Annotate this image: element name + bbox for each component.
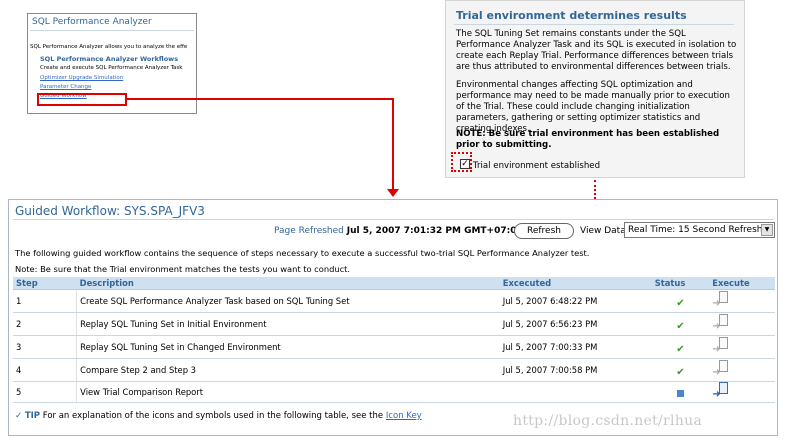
- execute-icon[interactable]: ➜: [712, 291, 732, 309]
- trial-panel-paragraph-2: Environmental changes affecting SQL opti…: [456, 80, 730, 134]
- step-status: [651, 381, 710, 403]
- thumbnail-create-text: Create and execute SQL Performance Analy…: [40, 65, 183, 71]
- step-executed-time: Jul 5, 2007 7:00:58 PM: [499, 358, 652, 382]
- thumbnail-title: SQL Performance Analyzer: [32, 17, 152, 27]
- step-execute: ➜: [709, 358, 775, 382]
- trial-environment-checkbox-label: Trial environment established: [473, 161, 601, 171]
- step-description: Replay SQL Tuning Set in Initial Environ…: [76, 312, 500, 336]
- icon-key-link[interactable]: Icon Key: [386, 411, 422, 421]
- step-execute: ➜: [709, 289, 775, 313]
- connector-arrowhead-icon: [387, 189, 399, 197]
- tip-icon: ✓: [15, 411, 23, 421]
- page-title: Guided Workflow: SYS.SPA_JFV3: [15, 204, 205, 218]
- table-row: 5 View Trial Comparison Report ➜: [13, 381, 775, 403]
- step-number: 1: [13, 289, 78, 313]
- column-header-execute: Execute: [709, 277, 775, 290]
- trial-panel-title: Trial environment determines results: [456, 9, 687, 22]
- workflow-table: Step Description Excecuted Status Execut…: [13, 277, 775, 403]
- execute-icon[interactable]: ➜: [712, 337, 732, 355]
- check-icon: ✔: [676, 343, 685, 355]
- step-description: Compare Step 2 and Step 3: [76, 358, 500, 382]
- view-data-select[interactable]: Real Time: 15 Second Refresh ▼: [624, 222, 775, 238]
- step-status: ✔: [651, 335, 710, 359]
- trial-panel-divider: [454, 24, 734, 25]
- trial-panel-note: NOTE: Be sure trial environment has been…: [456, 129, 720, 150]
- tip-text: For an explanation of the icons and symb…: [42, 411, 384, 421]
- trial-environment-panel: Trial environment determines results The…: [445, 0, 745, 178]
- thumbnail-workflows-heading: SQL Performance Analyzer Workflows: [40, 55, 179, 63]
- table-row: 2 Replay SQL Tuning Set in Initial Envir…: [13, 312, 775, 336]
- step-status: ✔: [651, 358, 710, 382]
- check-icon: ✔: [676, 320, 685, 332]
- step-status: ✔: [651, 312, 710, 336]
- table-header-row: Step Description Excecuted Status Execut…: [13, 277, 775, 290]
- parameter-change-link[interactable]: Parameter Change: [40, 84, 91, 90]
- page-refreshed-label: Page Refreshed: [274, 226, 344, 236]
- step-number: 4: [13, 358, 78, 382]
- connector-horizontal: [127, 98, 394, 100]
- chevron-down-icon[interactable]: ▼: [761, 224, 773, 236]
- check-icon: ✔: [676, 366, 685, 378]
- optimizer-upgrade-link[interactable]: Optimizer Upgrade Simulation: [40, 75, 123, 81]
- step-executed-time: [499, 381, 652, 403]
- table-row: 1 Create SQL Performance Analyzer Task b…: [13, 289, 775, 313]
- step-number: 3: [13, 335, 78, 359]
- pending-status-icon: [676, 389, 684, 397]
- step-executed-time: Jul 5, 2007 6:48:22 PM: [499, 289, 652, 313]
- page-refreshed: Page Refreshed Jul 5, 2007 7:01:32 PM GM…: [274, 226, 523, 236]
- step-status: ✔: [651, 289, 710, 313]
- guided-workflow-panel: Guided Workflow: SYS.SPA_JFV3 Page Refre…: [8, 199, 778, 436]
- tip-line: ✓ TIP For an explanation of the icons an…: [15, 411, 422, 421]
- column-header-step: Step: [13, 277, 77, 290]
- step-execute: ➜: [709, 381, 775, 403]
- watermark: http://blog.csdn.net/rlhua: [513, 413, 703, 429]
- view-data-value: Real Time: 15 Second Refresh: [628, 225, 763, 235]
- column-header-status: Status: [651, 277, 710, 290]
- step-execute: ➜: [709, 312, 775, 336]
- table-row: 3 Replay SQL Tuning Set in Changed Envir…: [13, 335, 775, 359]
- execute-icon[interactable]: ➜: [712, 382, 732, 400]
- execute-icon[interactable]: ➜: [712, 360, 732, 378]
- table-row: 4 Compare Step 2 and Step 3 Jul 5, 2007 …: [13, 358, 775, 382]
- step-description: Replay SQL Tuning Set in Changed Environ…: [76, 335, 500, 359]
- checkbox-highlight: [451, 152, 472, 172]
- workflow-note: Note: Be sure that the Trial environment…: [15, 264, 351, 274]
- refresh-button[interactable]: Refresh: [514, 223, 574, 239]
- step-number: 5: [13, 381, 78, 403]
- tip-label: TIP: [24, 411, 41, 421]
- column-header-executed: Excecuted: [499, 277, 652, 290]
- view-data-label: View Data: [580, 226, 626, 236]
- execute-icon[interactable]: ➜: [712, 314, 732, 332]
- page-refreshed-value: Jul 5, 2007 7:01:32 PM GMT+07:00: [346, 226, 523, 236]
- title-divider: [13, 219, 773, 220]
- step-number: 2: [13, 312, 78, 336]
- connector-vertical: [392, 98, 394, 190]
- step-description: View Trial Comparison Report: [76, 381, 500, 403]
- step-executed-time: Jul 5, 2007 6:56:23 PM: [499, 312, 652, 336]
- step-description: Create SQL Performance Analyzer Task bas…: [76, 289, 500, 313]
- check-icon: ✔: [676, 297, 685, 309]
- step-executed-time: Jul 5, 2007 7:00:33 PM: [499, 335, 652, 359]
- guided-workflow-highlight: [37, 93, 127, 106]
- step-execute: ➜: [709, 335, 775, 359]
- thumbnail-divider: [30, 30, 194, 31]
- thumbnail-description: SQL Performance Analyzer allows you to a…: [30, 44, 188, 50]
- column-header-description: Description: [76, 277, 500, 290]
- trial-panel-paragraph-1: The SQL Tuning Set remains constants und…: [456, 29, 737, 72]
- workflow-intro: The following guided workflow contains t…: [15, 248, 590, 258]
